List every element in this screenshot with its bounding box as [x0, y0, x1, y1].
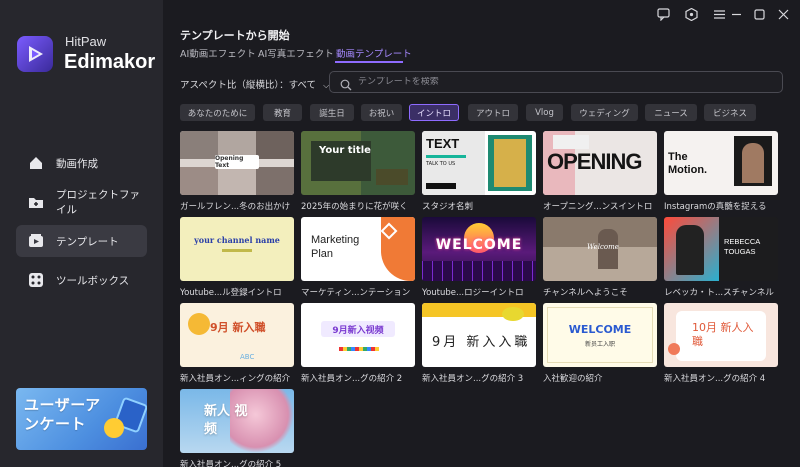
search-icon	[340, 76, 352, 91]
chip-business[interactable]: ビジネス	[704, 104, 756, 121]
active-tab-indicator	[335, 61, 403, 63]
chip-for-you[interactable]: あなたのために	[180, 104, 255, 121]
template-title: 新入社員オン...ィングの紹介	[180, 374, 291, 384]
template-thumbnail: Welcome	[543, 217, 657, 281]
template-thumbnail: 新人 视频	[180, 389, 294, 453]
template-card[interactable]: 9月新入视频 新入社員オン...グの紹介 2	[301, 303, 415, 384]
sidebar-item-label: プロジェクトファイル	[56, 189, 140, 216]
template-title: Instagramの真髄を捉える	[664, 202, 767, 212]
template-thumbnail: OPENING	[543, 131, 657, 195]
chip-news[interactable]: ニュース	[645, 104, 697, 121]
template-title: 新入社員オン...グの紹介 3	[422, 374, 524, 384]
template-card[interactable]: Welcome チャンネルへようこそ	[543, 217, 657, 298]
settings-icon[interactable]	[684, 7, 698, 21]
template-thumbnail: Marketing Plan	[301, 217, 415, 281]
maximize-icon[interactable]	[752, 7, 766, 21]
survey-banner-text: ユーザーア ンケート	[24, 396, 101, 433]
template-title: Youtube...ル登録イントロ	[180, 288, 282, 298]
sidebar-item-create-video[interactable]: 動画作成	[16, 147, 147, 179]
folder-icon	[28, 194, 44, 210]
template-card[interactable]: Your title 2025年の始まりに花が咲く	[301, 131, 415, 212]
sidebar-item-label: ツールボックス	[56, 274, 130, 287]
menu-icon[interactable]	[712, 7, 726, 21]
template-title: 2025年の始まりに花が咲く	[301, 202, 408, 212]
chip-intro[interactable]: イントロ	[409, 104, 459, 121]
tab-ai-video-effects[interactable]: AI動画エフェクト	[180, 46, 256, 60]
tab-video-templates[interactable]: 動画テンプレート	[336, 46, 412, 60]
template-card[interactable]: your channel name Youtube...ル登録イントロ	[180, 217, 294, 298]
template-thumbnail: WELCOME	[422, 217, 536, 281]
template-thumbnail: 9月 新入入職	[422, 303, 536, 367]
aspect-ratio-label: アスペクト比（縦横比）：すべて	[180, 80, 317, 91]
chip-birthday[interactable]: 誕生日	[310, 104, 354, 121]
brand-name-bottom: Edimakor	[64, 51, 156, 73]
template-thumbnail: 9月 新入職 ABC	[180, 303, 294, 367]
chip-wedding[interactable]: ウェディング	[571, 104, 638, 121]
chip-vlog[interactable]: Vlog	[526, 104, 563, 121]
template-thumbnail: Your title	[301, 131, 415, 195]
sidebar-item-toolbox[interactable]: ツールボックス	[16, 264, 147, 296]
template-card[interactable]: 9月 新入入職 新入社員オン...グの紹介 3	[422, 303, 536, 384]
template-thumbnail: REBECCA TOUGAS	[664, 217, 778, 281]
page-title: テンプレートから開始	[180, 29, 290, 42]
app-logo-icon	[17, 36, 53, 72]
template-title: 新入社員オン...グの紹介 5	[180, 460, 282, 467]
template-thumbnail: TEXT TALK TO US	[422, 131, 536, 195]
template-title: 入社歓迎の紹介	[543, 374, 603, 384]
sidebar: HitPaw Edimakor 動画作成 プロジェクトファイル テンプレート ツ…	[0, 0, 163, 467]
template-title: Youtube...ロジーイントロ	[422, 288, 524, 298]
sidebar-item-label: テンプレート	[56, 235, 119, 248]
template-title: 新入社員オン...グの紹介 2	[301, 374, 403, 384]
close-icon[interactable]	[776, 7, 790, 21]
brand-name-top: HitPaw	[65, 34, 107, 49]
template-card[interactable]: The Motion. Instagramの真髄を捉える	[664, 131, 778, 212]
search-bar[interactable]	[329, 71, 783, 93]
template-thumbnail: your channel name	[180, 217, 294, 281]
toolbox-icon	[28, 272, 44, 288]
template-title: マーケティン...ンテーション	[301, 288, 411, 298]
template-title: ガールフレン...冬のお出かけ	[180, 202, 291, 212]
template-title: チャンネルへようこそ	[543, 288, 628, 298]
template-icon	[28, 233, 44, 249]
chip-education[interactable]: 教育	[263, 104, 302, 121]
template-card[interactable]: Opening Text ガールフレン...冬のお出かけ	[180, 131, 294, 212]
template-title: スタジオ名刺	[422, 202, 474, 212]
search-input[interactable]	[358, 77, 758, 87]
minimize-icon[interactable]	[729, 7, 743, 21]
sidebar-item-label: 動画作成	[56, 157, 98, 170]
tab-ai-photo-effects[interactable]: AI写真エフェクト	[258, 46, 334, 60]
template-thumbnail: 10月 新人入職	[664, 303, 778, 367]
template-card[interactable]: 9月 新入職 ABC 新入社員オン...ィングの紹介	[180, 303, 294, 384]
template-thumbnail: WELCOME 新员工入职	[543, 303, 657, 367]
template-title: オープニング...ンスイントロ	[543, 202, 653, 212]
template-thumbnail: The Motion.	[664, 131, 778, 195]
aspect-ratio-dropdown[interactable]: アスペクト比（縦横比）：すべて ⌵	[180, 77, 329, 91]
chip-outro[interactable]: アウトロ	[468, 104, 518, 121]
template-card[interactable]: WELCOME Youtube...ロジーイントロ	[422, 217, 536, 298]
emoji-icon	[104, 418, 124, 438]
template-card[interactable]: 新人 视频 新入社員オン...グの紹介 5	[180, 389, 294, 467]
template-thumbnail: Opening Text	[180, 131, 294, 195]
sidebar-item-project-files[interactable]: プロジェクトファイル	[16, 186, 147, 218]
template-title: 新入社員オン...グの紹介 4	[664, 374, 766, 384]
template-card[interactable]: TEXT TALK TO US スタジオ名刺	[422, 131, 536, 212]
template-card[interactable]: Marketing Plan マーケティン...ンテーション	[301, 217, 415, 298]
sidebar-item-templates[interactable]: テンプレート	[16, 225, 147, 257]
home-icon	[28, 155, 44, 171]
template-card[interactable]: OPENING オープニング...ンスイントロ	[543, 131, 657, 212]
survey-banner[interactable]: ユーザーア ンケート	[16, 388, 147, 450]
chip-celebration[interactable]: お祝い	[361, 104, 402, 121]
template-card[interactable]: REBECCA TOUGAS レベッカ・ト...スチャンネル	[664, 217, 778, 298]
template-thumbnail: 9月新入视频	[301, 303, 415, 367]
template-card[interactable]: WELCOME 新员工入职 入社歓迎の紹介	[543, 303, 657, 384]
feedback-icon[interactable]	[656, 7, 670, 21]
template-card[interactable]: 10月 新人入職 新入社員オン...グの紹介 4	[664, 303, 778, 384]
template-title: レベッカ・ト...スチャンネル	[664, 288, 774, 298]
